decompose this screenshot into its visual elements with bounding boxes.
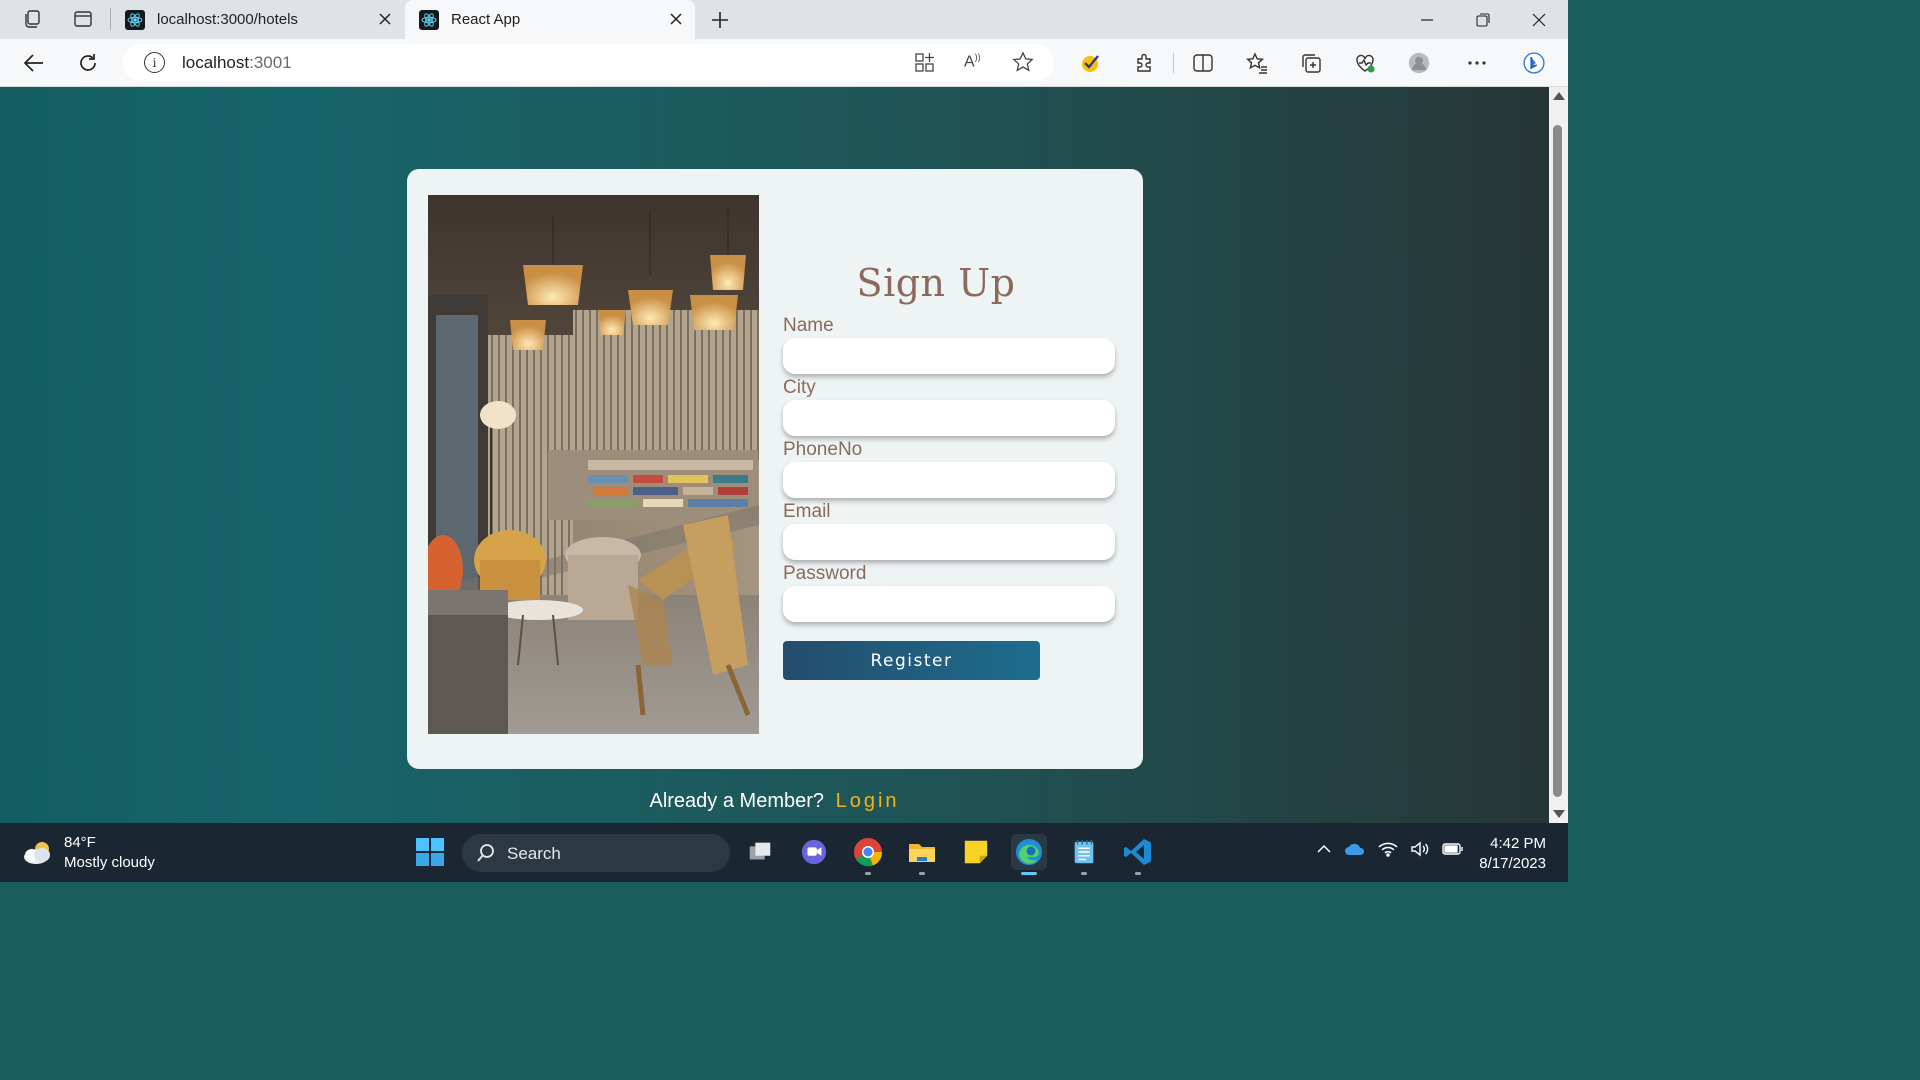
scrollbar-thumb[interactable] xyxy=(1553,125,1562,797)
favorite-star-icon[interactable] xyxy=(1012,51,1036,75)
read-aloud-icon[interactable]: A)) xyxy=(964,52,986,74)
more-options-icon[interactable] xyxy=(1463,49,1491,77)
app-available-icon[interactable] xyxy=(914,52,936,74)
minimize-button[interactable] xyxy=(1414,7,1440,33)
start-button[interactable] xyxy=(412,834,448,870)
hotel-lobby-image xyxy=(428,195,759,734)
restore-button[interactable] xyxy=(1470,7,1496,33)
password-input[interactable] xyxy=(783,586,1115,622)
volume-icon[interactable] xyxy=(1410,841,1430,857)
notepad-icon[interactable] xyxy=(1066,834,1102,875)
signup-card: Sign Up Name City PhoneNo Email Password… xyxy=(407,169,1143,769)
teams-chat-icon[interactable] xyxy=(796,834,832,870)
clock[interactable]: 4:42 PM 8/17/2023 xyxy=(1479,834,1546,874)
page-title: Sign Up xyxy=(856,261,1016,305)
taskbar: 84°F Mostly cloudy Search 4:42 PM 8/17/2… xyxy=(0,823,1568,882)
weather-condition: Mostly cloudy xyxy=(64,854,155,871)
favorites-icon[interactable] xyxy=(1243,49,1271,77)
vscode-icon[interactable] xyxy=(1120,834,1156,875)
page-scrollbar[interactable] xyxy=(1549,87,1568,823)
url-text[interactable]: localhost:3001 xyxy=(182,53,292,73)
close-icon[interactable] xyxy=(667,10,685,28)
phone-label: PhoneNo xyxy=(783,439,863,460)
search-icon xyxy=(477,844,494,862)
chevron-up-icon[interactable] xyxy=(1316,841,1332,857)
profile-avatar[interactable] xyxy=(1405,49,1433,77)
tab-hotels[interactable]: localhost:3000/hotels xyxy=(111,0,404,39)
search-label: Search xyxy=(507,844,561,863)
login-link[interactable]: Login xyxy=(836,790,900,812)
name-label: Name xyxy=(783,315,834,336)
tab-actions-icon[interactable] xyxy=(71,7,95,31)
tab-title: localhost:3000/hotels xyxy=(157,11,298,28)
extension-check-icon[interactable] xyxy=(1076,49,1104,77)
tab-react-app[interactable]: React App xyxy=(405,0,695,39)
new-tab-button[interactable] xyxy=(707,7,733,33)
clock-date: 8/17/2023 xyxy=(1479,855,1546,872)
city-input[interactable] xyxy=(783,400,1115,436)
site-info-icon[interactable]: i xyxy=(144,52,165,73)
collections-icon[interactable] xyxy=(1297,49,1325,77)
address-bar[interactable]: i localhost:3001 A)) xyxy=(123,44,1054,81)
scroll-down-icon[interactable] xyxy=(1553,810,1565,818)
split-screen-icon[interactable] xyxy=(1189,49,1217,77)
chrome-icon[interactable] xyxy=(850,834,886,875)
member-text: Already a Member? xyxy=(649,790,825,812)
login-prompt: Already a Member? Login xyxy=(0,790,1549,813)
weather-temp: 84°F xyxy=(64,834,96,851)
signup-form: Sign Up Name City PhoneNo Email Password… xyxy=(783,169,1123,769)
task-view-icon[interactable] xyxy=(742,834,778,870)
register-button[interactable]: Register xyxy=(783,641,1040,680)
email-label: Email xyxy=(783,501,831,522)
taskbar-search[interactable]: Search xyxy=(462,834,730,872)
name-input[interactable] xyxy=(783,338,1115,374)
system-tray xyxy=(1316,841,1464,857)
email-input[interactable] xyxy=(783,524,1115,560)
refresh-button[interactable] xyxy=(74,49,102,77)
weather-widget[interactable]: 84°F Mostly cloudy xyxy=(22,833,155,873)
toolbar-divider xyxy=(1173,53,1174,73)
battery-icon[interactable] xyxy=(1442,842,1464,856)
sticky-notes-icon[interactable] xyxy=(958,834,994,870)
close-window-button[interactable] xyxy=(1526,7,1552,33)
edge-icon[interactable] xyxy=(1011,834,1047,875)
tab-title: React App xyxy=(451,11,521,28)
phone-input[interactable] xyxy=(783,462,1115,498)
close-icon[interactable] xyxy=(376,10,394,28)
browser-essentials-icon[interactable] xyxy=(1351,49,1379,77)
page-viewport: Sign Up Name City PhoneNo Email Password… xyxy=(0,87,1549,823)
clock-time: 4:42 PM xyxy=(1490,835,1546,852)
bing-copilot-icon[interactable] xyxy=(1514,43,1554,83)
back-button[interactable] xyxy=(20,49,48,77)
tab-strip: localhost:3000/hotels React App xyxy=(0,0,1568,39)
extensions-icon[interactable] xyxy=(1130,49,1158,77)
onedrive-icon[interactable] xyxy=(1344,841,1366,857)
react-icon xyxy=(125,9,145,30)
password-label: Password xyxy=(783,563,867,584)
partly-cloudy-icon xyxy=(22,840,54,866)
browser-toolbar: i localhost:3001 A)) xyxy=(0,39,1568,87)
react-icon xyxy=(419,9,439,30)
scroll-up-icon[interactable] xyxy=(1553,92,1565,100)
file-explorer-icon[interactable] xyxy=(904,834,940,875)
wifi-icon[interactable] xyxy=(1378,841,1398,857)
workspaces-icon[interactable] xyxy=(20,7,44,31)
city-label: City xyxy=(783,377,816,398)
